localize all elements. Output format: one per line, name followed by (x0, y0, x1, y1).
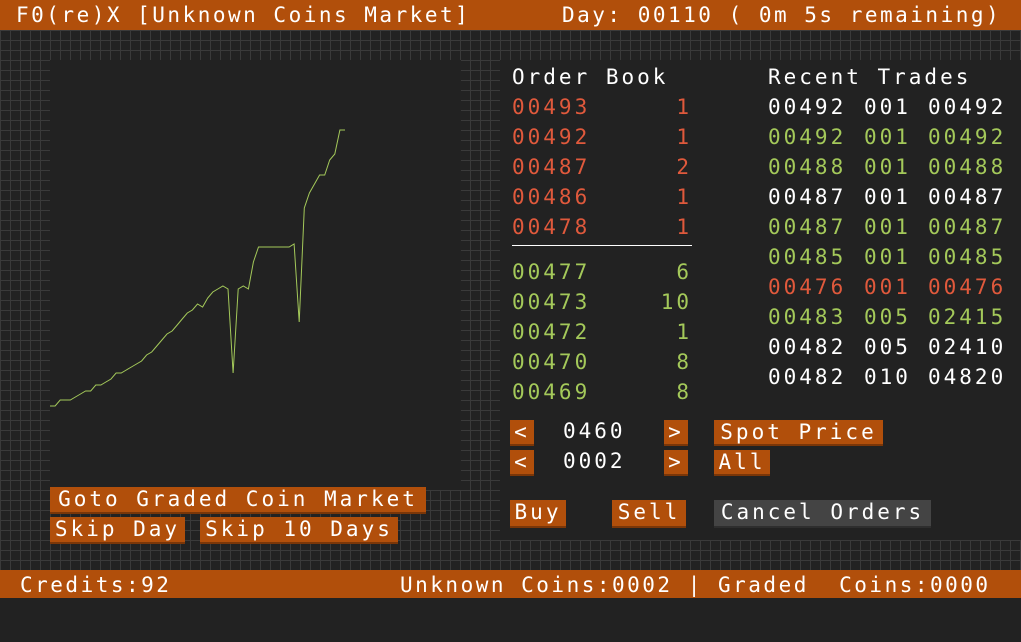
trade-qty: 001 (864, 95, 911, 119)
order-book-title: Order Book (512, 65, 669, 89)
trade-total: 00492 (928, 95, 1007, 119)
bid-price: 00477 (512, 260, 591, 284)
trade-total: 02410 (928, 335, 1007, 359)
qty-value: 0002 (563, 449, 626, 473)
status-bar: Credits:92 Unknown Coins:0002 | Graded C… (0, 570, 1021, 598)
cancel-orders-button[interactable]: Cancel Orders (714, 500, 931, 528)
trade-price: 00482 (768, 365, 847, 389)
trade-total: 00487 (928, 185, 1007, 209)
bid-qty: 8 (676, 350, 692, 374)
ask-row: 00487 2 (512, 155, 692, 183)
trade-total: 00487 (928, 215, 1007, 239)
trade-row: 00482 010 04820 (768, 365, 1018, 393)
bid-row: 00470 8 (512, 350, 692, 378)
trade-total: 04820 (928, 365, 1007, 389)
bid-row: 00477 6 (512, 260, 692, 288)
bid-qty: 6 (676, 260, 692, 284)
trade-price: 00492 (768, 95, 847, 119)
qty-increment-button[interactable]: > (664, 450, 688, 476)
trade-price: 00492 (768, 125, 847, 149)
ask-qty: 1 (676, 95, 692, 119)
ask-qty: 1 (676, 125, 692, 149)
ask-qty: 1 (676, 215, 692, 239)
ask-row: 00492 1 (512, 125, 692, 153)
ask-price: 00492 (512, 125, 591, 149)
trade-qty: 005 (864, 335, 911, 359)
trade-price: 00487 (768, 215, 847, 239)
day-status: Day: 00110 ( 0m 5s remaining) (562, 3, 1002, 27)
price-increment-button[interactable]: > (664, 420, 688, 446)
trade-qty: 001 (864, 275, 911, 299)
trade-qty: 001 (864, 125, 911, 149)
price-value: 0460 (563, 419, 626, 443)
trade-qty: 010 (864, 365, 911, 389)
trade-price: 00487 (768, 185, 847, 209)
trade-total: 00488 (928, 155, 1007, 179)
bid-price: 00470 (512, 350, 591, 374)
trade-row: 00483 005 02415 (768, 305, 1018, 333)
price-series-line (50, 129, 345, 407)
title-bar: F0(re)X [Unknown Coins Market] Day: 0011… (0, 0, 1021, 30)
trade-row: 00492 001 00492 (768, 125, 1018, 153)
credits-display: Credits:92 (20, 573, 172, 597)
ask-qty: 2 (676, 155, 692, 179)
trade-total: 02415 (928, 305, 1007, 329)
trade-price: 00476 (768, 275, 847, 299)
sell-button[interactable]: Sell (612, 500, 686, 528)
skip-day-button[interactable]: Skip Day (50, 517, 185, 544)
bid-qty: 10 (660, 290, 692, 314)
app-title: F0(re)X [Unknown Coins Market] (16, 3, 471, 27)
price-chart (50, 129, 345, 407)
ask-row: 00478 1 (512, 215, 692, 243)
recent-trades-title: Recent Trades (768, 65, 972, 89)
bid-row: 00469 8 (512, 380, 692, 408)
trade-qty: 005 (864, 305, 911, 329)
goto-graded-market-button[interactable]: Goto Graded Coin Market (50, 487, 426, 514)
trade-qty: 001 (864, 185, 911, 209)
ask-qty: 1 (676, 185, 692, 209)
bid-qty: 1 (676, 320, 692, 344)
all-button[interactable]: All (714, 450, 770, 476)
price-chart-panel (50, 60, 461, 490)
holdings-display: Unknown Coins:0002 | Graded Coins:0000 (400, 573, 991, 597)
ask-row: 00486 1 (512, 185, 692, 213)
bid-row: 00473 10 (512, 290, 692, 318)
ask-price: 00493 (512, 95, 591, 119)
trade-price: 00483 (768, 305, 847, 329)
trade-price: 00482 (768, 335, 847, 359)
bid-price: 00473 (512, 290, 591, 314)
trade-total: 00485 (928, 245, 1007, 269)
price-decrement-button[interactable]: < (510, 420, 534, 446)
bid-row: 00472 1 (512, 320, 692, 348)
trade-row: 00492 001 00492 (768, 95, 1018, 123)
qty-decrement-button[interactable]: < (510, 450, 534, 476)
trade-total: 00492 (928, 125, 1007, 149)
trade-row: 00487 001 00487 (768, 215, 1018, 243)
trade-row: 00487 001 00487 (768, 185, 1018, 213)
bid-price: 00469 (512, 380, 591, 404)
trade-qty: 001 (864, 215, 911, 239)
bid-price: 00472 (512, 320, 591, 344)
ask-price: 00478 (512, 215, 591, 239)
bid-qty: 8 (676, 380, 692, 404)
trade-row: 00485 001 00485 (768, 245, 1018, 273)
spot-price-button[interactable]: Spot Price (714, 420, 883, 446)
ask-row: 00493 1 (512, 95, 692, 123)
trade-row: 00488 001 00488 (768, 155, 1018, 183)
trade-qty: 001 (864, 155, 911, 179)
spread-divider (512, 245, 692, 246)
trade-price: 00485 (768, 245, 847, 269)
trade-row: 00482 005 02410 (768, 335, 1018, 363)
trade-total: 00476 (928, 275, 1007, 299)
ask-price: 00486 (512, 185, 591, 209)
trade-row: 00476 001 00476 (768, 275, 1018, 303)
trade-qty: 001 (864, 245, 911, 269)
trade-price: 00488 (768, 155, 847, 179)
skip-10-days-button[interactable]: Skip 10 Days (200, 517, 398, 544)
buy-button[interactable]: Buy (510, 500, 566, 528)
ask-price: 00487 (512, 155, 591, 179)
